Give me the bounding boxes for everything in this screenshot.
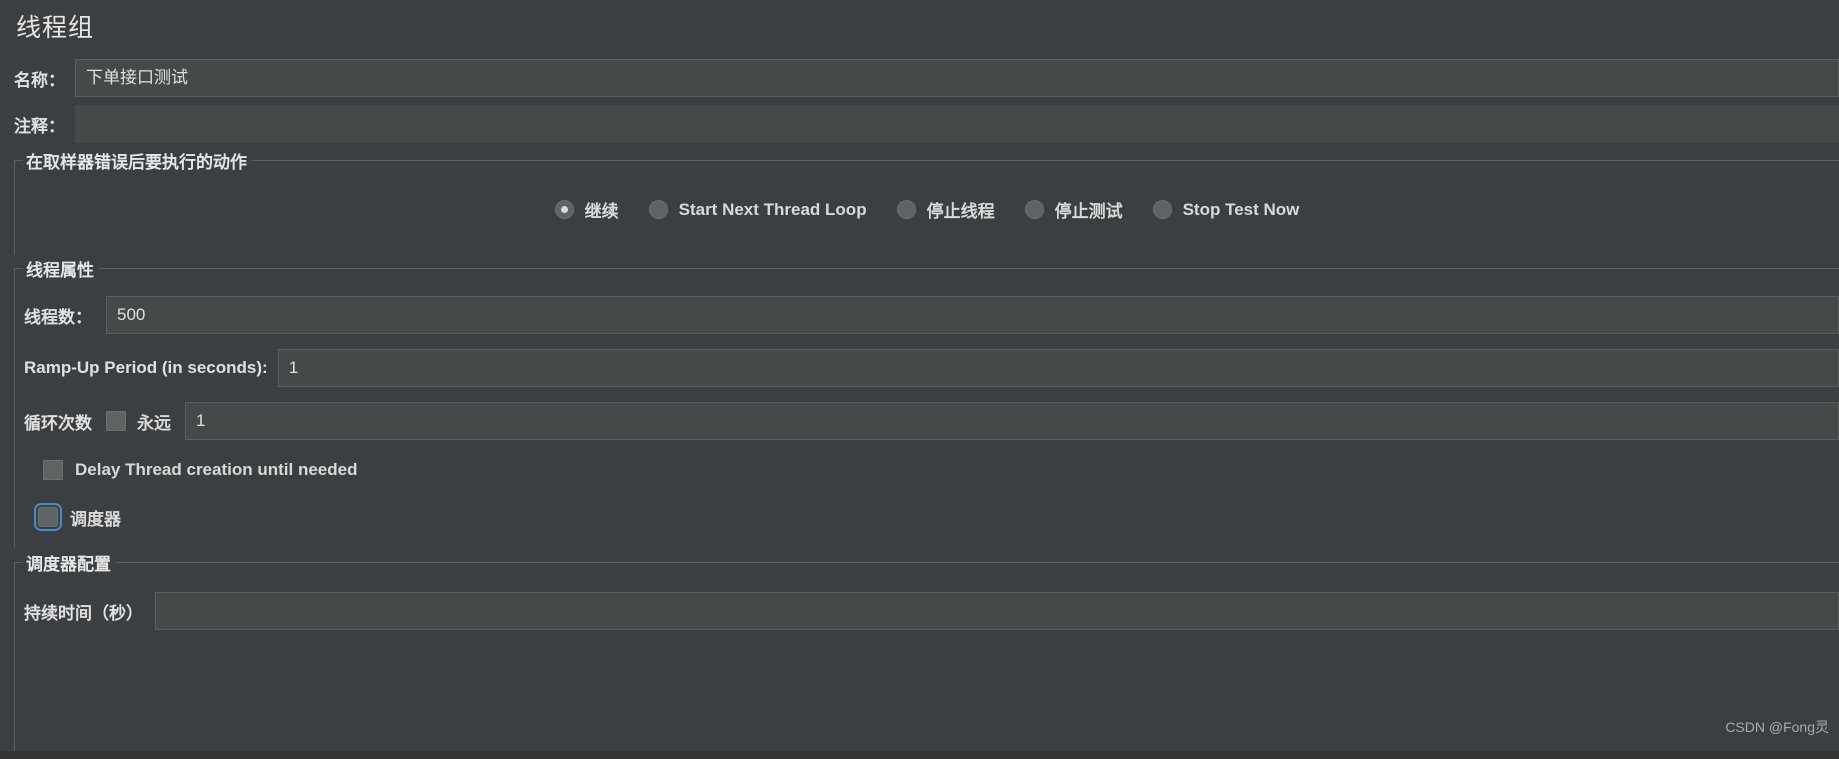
loop-count-label: 循环次数 [24,413,92,433]
ramp-up-label: Ramp-Up Period (in seconds): [24,358,268,377]
radio-label: Stop Test Now [1182,199,1300,219]
loop-forever-checkbox[interactable] [106,411,126,431]
scheduler-config-group: 调度器配置 持续时间（秒） [14,550,1839,759]
ramp-up-input[interactable]: 1 [277,349,1839,387]
loop-forever-wrapper[interactable]: 永远 [106,409,171,434]
delay-thread-creation-label: Delay Thread creation until needed [75,460,358,479]
watermark: CSDN @Fong灵 [1725,719,1829,735]
radio-label: 停止线程 [926,202,995,221]
bottom-bar [0,751,1839,759]
name-label: 名称： [14,70,65,90]
radio-dot-icon [896,200,916,219]
scheduler-row[interactable]: 调度器 [24,501,1839,533]
error-action-group: 在取样器错误后要执行的动作 继续 Start Next Thread Loop … [14,148,1839,255]
radio-dot-icon [648,200,668,219]
delay-thread-creation-row[interactable]: Delay Thread creation until needed [24,454,1839,486]
scheduler-config-group-title: 调度器配置 [23,550,116,575]
radio-label: 停止测试 [1054,202,1123,221]
duration-label: 持续时间（秒） [24,603,143,623]
scheduler-label: 调度器 [70,509,121,529]
loop-forever-label: 永远 [137,413,171,433]
radio-dot-icon [1024,200,1044,219]
radio-dot-icon [554,200,574,219]
radio-continue[interactable]: 继续 [554,197,619,222]
radio-dot-icon [1152,200,1172,219]
page-title: 线程组 [16,14,95,42]
radio-start-next-thread-loop[interactable]: Start Next Thread Loop [648,199,867,220]
delay-thread-creation-checkbox[interactable] [43,460,63,480]
radio-stop-thread[interactable]: 停止线程 [896,197,995,222]
comment-input[interactable] [75,105,1839,143]
ramp-up-row: Ramp-Up Period (in seconds): 1 [24,348,1839,388]
thread-properties-group-title: 线程属性 [23,256,99,281]
radio-stop-test-now[interactable]: Stop Test Now [1152,199,1300,220]
thread-count-input[interactable]: 500 [106,296,1839,334]
duration-row: 持续时间（秒） [24,591,1839,631]
loop-count-input[interactable]: 1 [185,402,1839,440]
loop-count-row: 循环次数 永远 1 [24,401,1839,441]
comment-row: 注释： [14,104,1839,144]
name-row: 名称： 下单接口测试 [14,58,1839,98]
thread-count-row: 线程数： 500 [24,295,1839,335]
thread-properties-group: 线程属性 线程数： 500 Ramp-Up Period (in seconds… [14,256,1839,548]
radio-label: Start Next Thread Loop [678,199,867,219]
error-action-radio-group: 继续 Start Next Thread Loop 停止线程 停止测试 Stop… [15,197,1839,222]
thread-count-label: 线程数： [24,307,92,327]
scheduler-checkbox[interactable] [34,503,62,531]
comment-label: 注释： [14,116,65,136]
radio-stop-test[interactable]: 停止测试 [1024,197,1123,222]
thread-group-panel: 线程组 名称： 下单接口测试 注释： 在取样器错误后要执行的动作 继续 Star… [0,0,1839,759]
radio-label: 继续 [584,202,619,221]
error-action-group-title: 在取样器错误后要执行的动作 [23,148,252,173]
duration-input[interactable] [155,592,1839,630]
name-input[interactable]: 下单接口测试 [75,59,1839,97]
